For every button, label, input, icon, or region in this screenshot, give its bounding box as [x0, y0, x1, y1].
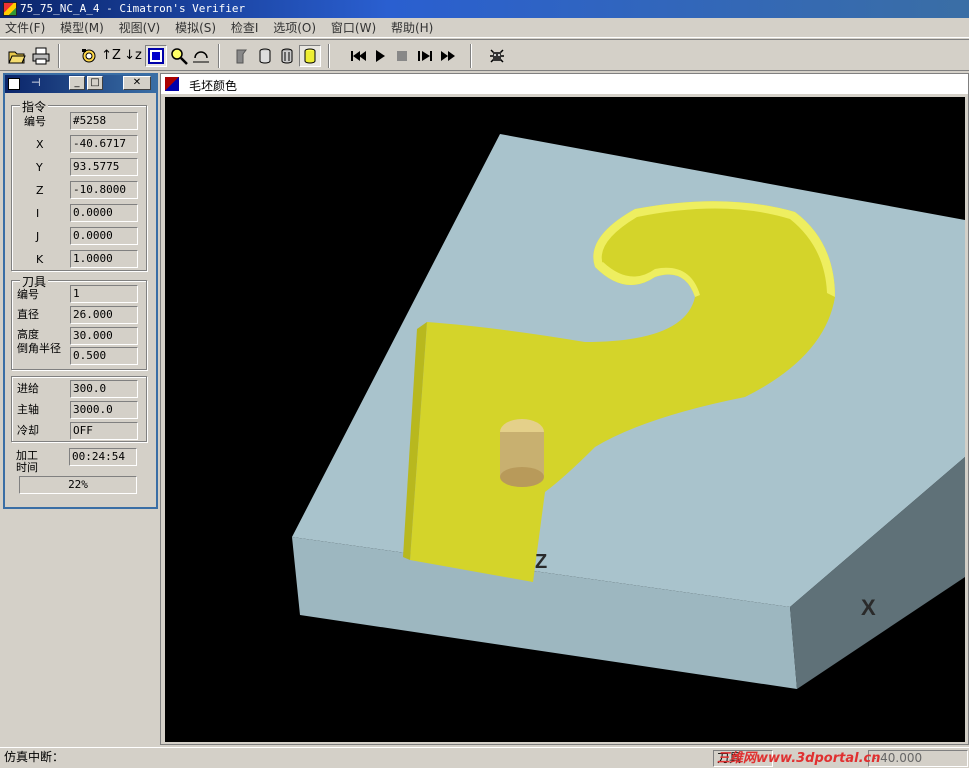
z-label: Z: [36, 184, 44, 197]
rewind-icon[interactable]: [347, 45, 369, 67]
diameter-field: 26.000: [70, 306, 138, 324]
rotate-icon[interactable]: [190, 45, 212, 67]
menu-options[interactable]: 选项(O): [268, 18, 322, 38]
cylinder-yellow-icon[interactable]: [299, 45, 321, 67]
x-label: X: [36, 138, 44, 151]
height-label: 高度: [17, 328, 39, 341]
restore-icon[interactable]: □: [87, 76, 103, 90]
corner-radius-label: 倒角半径: [17, 342, 61, 355]
y-label: Y: [36, 161, 43, 174]
cylinder-2-icon[interactable]: [276, 45, 298, 67]
status-message: 仿真中断：: [4, 750, 65, 764]
command-id-label: 编号: [24, 115, 46, 128]
menu-help[interactable]: 帮助(H): [386, 18, 439, 38]
menu-simulate[interactable]: 模拟(S): [170, 18, 222, 38]
minimize-icon[interactable]: _: [69, 76, 85, 90]
status-right-value: - 40.000: [868, 750, 968, 767]
open-icon[interactable]: [6, 45, 28, 67]
menu-check[interactable]: 检查I: [226, 18, 265, 38]
machining-time-field: 00:24:54: [69, 448, 137, 466]
progress-bar: 22%: [19, 476, 137, 494]
viewport-window: 毛坯颜色 Z X: [160, 73, 969, 745]
stop-square-icon[interactable]: [145, 45, 167, 67]
simulation-canvas[interactable]: Z X: [165, 97, 965, 742]
axis-x-label: X: [861, 595, 876, 620]
feed-field: 300.0: [70, 380, 138, 398]
window-title: 75_75_NC_A_4 - Cimatron's Verifier: [20, 2, 246, 15]
command-id-field: #5258: [70, 112, 138, 130]
z-field: -10.8000: [70, 181, 138, 199]
tz-up-icon[interactable]: ↑Z: [100, 45, 122, 67]
viewport-title: 毛坯颜色: [189, 79, 238, 93]
info-panel: ⊣ _ □ ✕ 指令 编号 #5258 X -40.6717 Y 93.5775…: [3, 73, 158, 509]
corner-radius-field: 0.500: [70, 347, 138, 365]
panel-icon: [8, 78, 20, 90]
cylinder-icon[interactable]: [254, 45, 276, 67]
machining-time-label: 加工时间: [16, 449, 38, 474]
x-field: -40.6717: [70, 135, 138, 153]
axis-z-label: Z: [535, 551, 548, 573]
bug-icon[interactable]: [486, 45, 508, 67]
tool-id-label: 编号: [17, 288, 39, 301]
j-field: 0.0000: [70, 227, 138, 245]
close-icon[interactable]: ✕: [123, 76, 151, 90]
coolant-label: 冷却: [17, 424, 39, 437]
panel-title-bar: ⊣ _ □ ✕: [5, 75, 156, 93]
toolbar: ↑Z ↓z: [0, 39, 969, 71]
command-group: 指令 编号 #5258 X -40.6717 Y 93.5775 Z -10.8…: [11, 98, 147, 271]
feed-label: 进给: [17, 382, 39, 395]
print-icon[interactable]: [30, 45, 52, 67]
tz-down-icon[interactable]: ↓z: [122, 45, 144, 67]
spindle-field: 3000.0: [70, 401, 138, 419]
play-icon[interactable]: [369, 45, 391, 67]
machine-group: 进给 300.0 主轴 3000.0 冷却 OFF: [11, 376, 147, 442]
menu-window[interactable]: 窗口(W): [326, 18, 382, 38]
coolant-field: OFF: [70, 422, 138, 440]
i-field: 0.0000: [70, 204, 138, 222]
command-group-title: 指令: [20, 98, 49, 115]
title-bar: 75_75_NC_A_4 - Cimatron's Verifier: [0, 0, 969, 18]
j-label: J: [36, 230, 40, 243]
height-field: 30.000: [70, 327, 138, 345]
menu-view[interactable]: 视图(V): [114, 18, 167, 38]
k-label: K: [36, 253, 44, 266]
viewport-icon: [165, 77, 179, 91]
viewport-title-bar: 毛坯颜色: [161, 74, 968, 94]
spindle-label: 主轴: [17, 403, 39, 416]
k-field: 1.0000: [70, 250, 138, 268]
progress-text: 22%: [68, 478, 88, 491]
fast-forward-icon[interactable]: [437, 45, 459, 67]
diameter-label: 直径: [17, 308, 39, 321]
tool-gray-icon[interactable]: [232, 45, 254, 67]
camera-icon[interactable]: [78, 45, 100, 67]
menu-file[interactable]: 文件(F): [0, 18, 51, 38]
watermark-text: 三维网www.3dportal.cn: [717, 751, 881, 766]
step-icon[interactable]: [414, 45, 436, 67]
app-icon: [3, 2, 17, 16]
tool-group: 刀具 编号 1 直径 26.000 高度 30.000 倒角半径 0.500: [11, 273, 147, 370]
panel-pin-icon[interactable]: ⊣: [31, 76, 41, 89]
menu-bar: 文件(F) 模型(M) 视图(V) 模拟(S) 检查I 选项(O) 窗口(W) …: [0, 18, 969, 38]
tool-id-field: 1: [70, 285, 138, 303]
stock-model: [292, 134, 965, 689]
stop-icon[interactable]: [391, 45, 413, 67]
zoom-icon[interactable]: [168, 45, 190, 67]
i-label: I: [36, 207, 40, 220]
menu-model[interactable]: 模型(M): [55, 18, 110, 38]
y-field: 93.5775: [70, 158, 138, 176]
tool-bottom: [500, 467, 544, 487]
